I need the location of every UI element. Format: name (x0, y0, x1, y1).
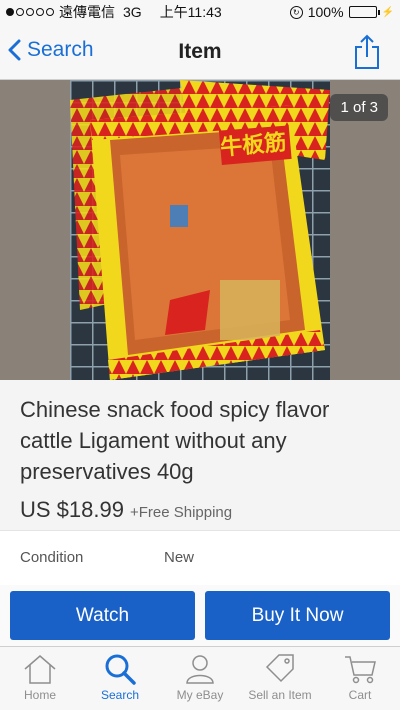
product-photo: 牛板筋 (70, 80, 330, 380)
buy-it-now-button[interactable]: Buy It Now (205, 591, 390, 640)
action-bar: Watch Buy It Now (0, 585, 400, 646)
spec-row: Condition New (20, 549, 380, 571)
spec-value: New (164, 549, 195, 566)
back-button-label: Search (27, 38, 94, 61)
tab-bar: Home Search My eBay Sell an Item Cart (0, 646, 400, 710)
product-image-gallery[interactable]: 牛板筋 1 of 3 (0, 80, 400, 380)
navigation-bar: Search Item (0, 24, 400, 80)
person-icon (186, 655, 214, 684)
price-row: US $18.99 +Free Shipping (20, 497, 380, 523)
battery-percent: 100% (307, 4, 344, 20)
tab-label: Cart (348, 688, 372, 702)
tab-label: Search (100, 688, 140, 702)
tab-sell-an-item[interactable]: Sell an Item (240, 647, 320, 710)
back-button[interactable]: Search (8, 38, 94, 62)
item-specifics: Condition New (0, 530, 400, 585)
tab-cart[interactable]: Cart (320, 647, 400, 710)
charging-icon: ⚡ (381, 6, 394, 18)
tab-label: Sell an Item (248, 688, 312, 702)
tab-home[interactable]: Home (0, 647, 80, 710)
watch-button[interactable]: Watch (10, 591, 195, 640)
item-details: Chinese snack food spicy flavor cattle L… (0, 380, 400, 530)
share-button[interactable] (354, 34, 380, 75)
share-icon (355, 34, 379, 69)
tag-icon (265, 654, 294, 683)
shipping-info: +Free Shipping (129, 504, 233, 521)
item-title: Chinese snack food spicy flavor cattle L… (20, 397, 330, 484)
cart-icon (345, 656, 376, 684)
status-bar: 遠傳電信 3G 上午11:43 ↻ 100% ⚡ (0, 0, 400, 24)
battery-icon (348, 6, 380, 18)
home-icon (24, 655, 56, 684)
image-counter: 1 of 3 (330, 94, 388, 121)
tab-label: My eBay (176, 688, 224, 702)
spec-label: Condition (20, 549, 84, 566)
network-type: 3G (123, 4, 142, 20)
tab-my-ebay[interactable]: My eBay (160, 647, 240, 710)
rotation-lock-icon: ↻ (289, 5, 303, 19)
tab-label: Home (23, 688, 56, 702)
search-icon (105, 654, 136, 685)
status-time: 上午11:43 (159, 4, 222, 20)
chevron-left-icon (8, 39, 21, 61)
signal-strength-icon (6, 8, 54, 16)
item-price: US $18.99 (20, 497, 124, 522)
carrier-name: 遠傳電信 (59, 4, 115, 20)
tab-search[interactable]: Search (80, 647, 160, 710)
